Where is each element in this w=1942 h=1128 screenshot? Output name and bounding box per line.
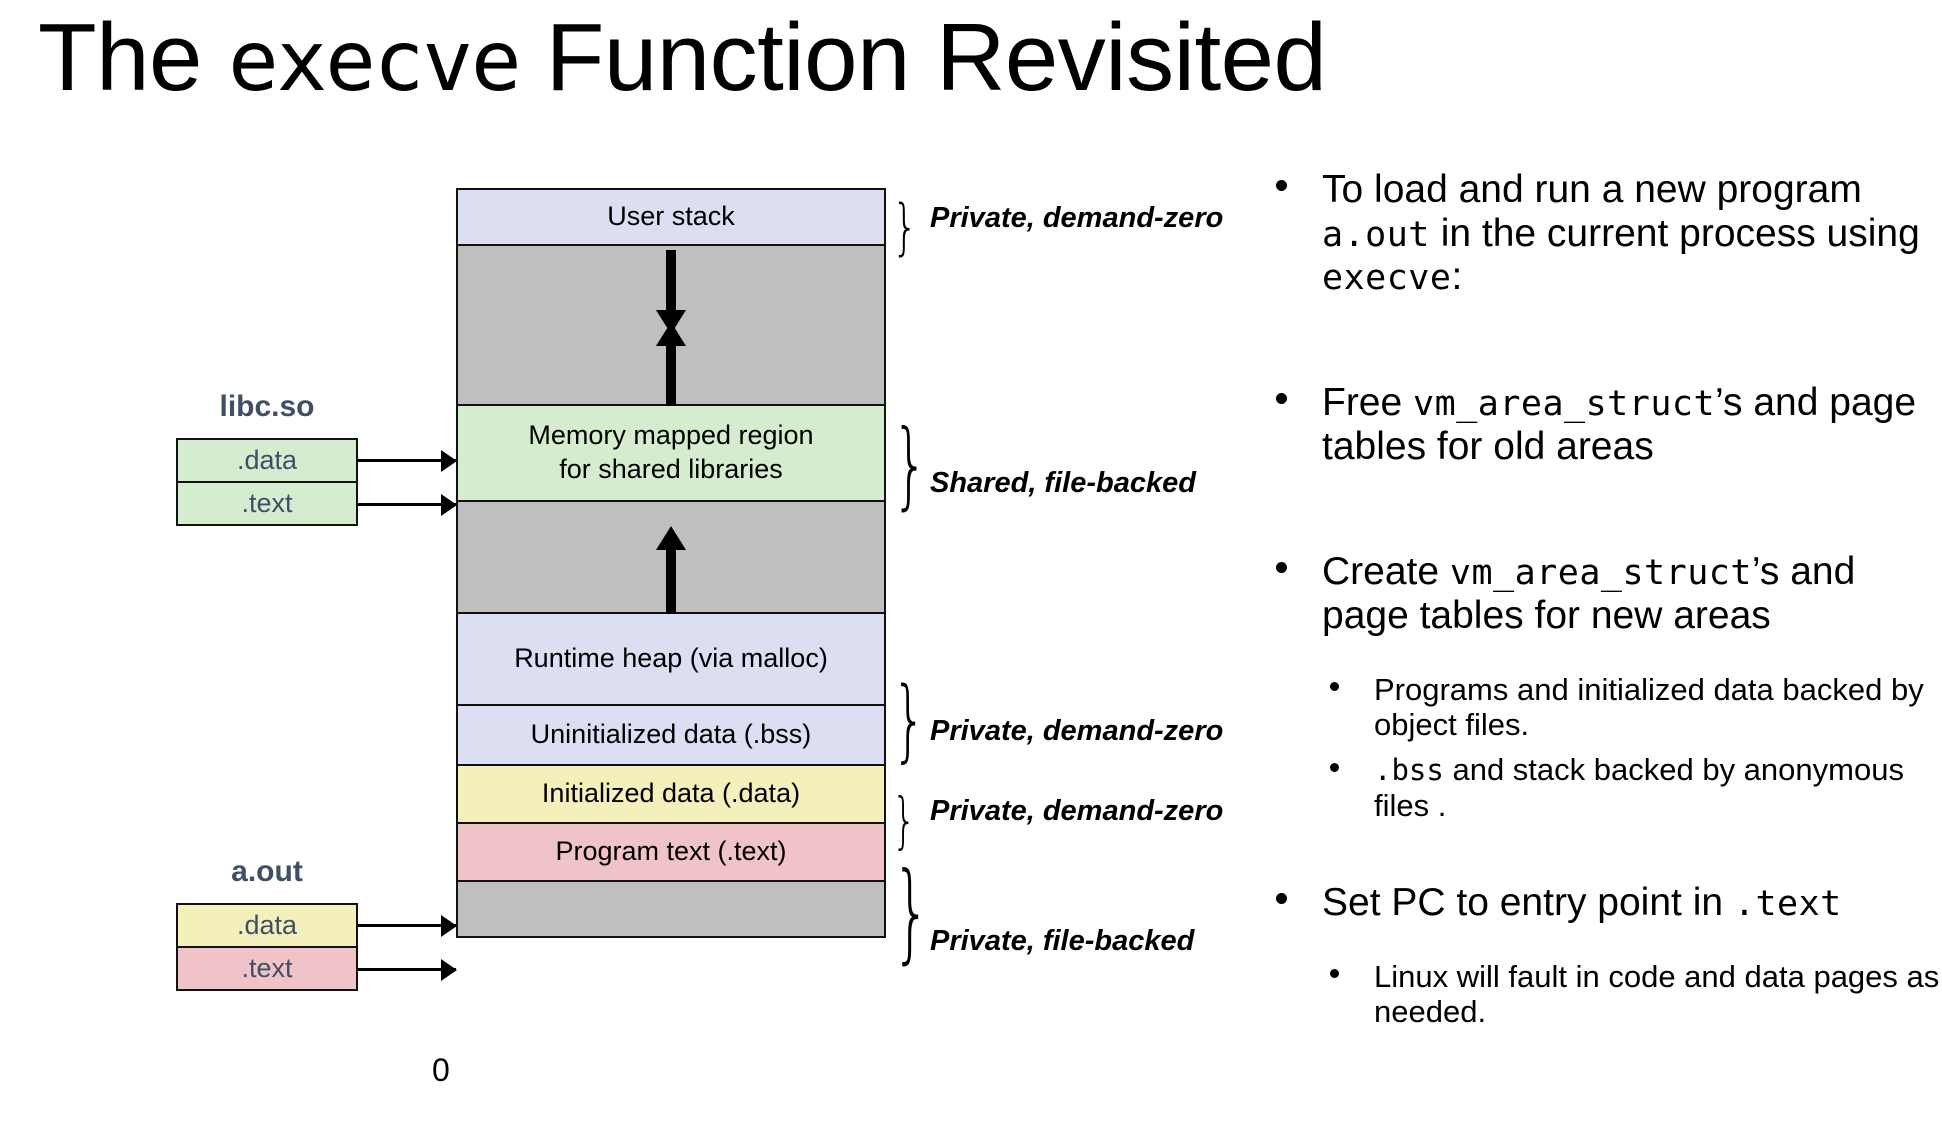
bullet-text-pre: Create [1322, 550, 1450, 594]
bullet-text-mid: in the current process using [1429, 211, 1920, 255]
sub-bullet-text: Programs and initialized data backed by … [1374, 671, 1924, 743]
memory-column: User stack Memory mapped region for shar… [456, 188, 886, 938]
bullet-text-pre: Free [1322, 381, 1414, 425]
bullet-dot-icon [1330, 762, 1339, 772]
bullet-text-pre: To load and run a new program [1322, 168, 1862, 211]
objfile-section-label: .text [241, 488, 293, 518]
heap-grow-up-arrow [666, 548, 676, 614]
sub-bullet-programs-initialized-data: Programs and initialized data backed by … [1268, 672, 1940, 743]
mem-region-memory-mapped: Memory mapped region for shared librarie… [458, 406, 884, 502]
mmap-line1: Memory mapped region [528, 420, 814, 451]
sub-bullet-mono-bss: .bss [1374, 753, 1444, 788]
annotation-bss: Private, demand-zero [930, 795, 1224, 827]
sub-bullet-bss-anonymous: .bss and stack backed by anonymous files… [1268, 752, 1940, 823]
sub-bullet-linux-fault: Linux will fault in code and data pages … [1268, 959, 1940, 1030]
mem-region-mmap-heap-gap [458, 502, 884, 614]
sub-bullet-text: and stack backed by anonymous files . [1374, 752, 1904, 823]
bullet-mono-vm-area-struct: vm_area_struct [1413, 384, 1716, 425]
objfile-section-data: .data [176, 438, 358, 483]
annotation-user-stack: Private, demand-zero [930, 202, 1224, 234]
bullet-dot-icon [1276, 892, 1287, 904]
bullet-mono-text-section: .text [1733, 884, 1842, 925]
bullet-free-vm-area-struct: Free vm_area_struct’s and page tables fo… [1268, 381, 1940, 468]
bullet-dot-icon [1330, 969, 1339, 979]
bullet-dot-icon [1276, 179, 1287, 191]
annotation-shared-libs: Shared, file-backed [930, 467, 1196, 499]
mem-region-uninitialized-data: Uninitialized data (.bss) [458, 706, 884, 766]
mem-region-label: Runtime heap (via malloc) [514, 643, 828, 674]
zero-address-label: 0 [432, 1052, 450, 1088]
objfile-section-label: .data [236, 445, 298, 475]
mem-region-label: Memory mapped region for shared librarie… [528, 419, 813, 487]
connector-libc-data [358, 459, 456, 462]
mem-region-label: Uninitialized data (.bss) [530, 719, 812, 750]
annotation-heap: Private, demand-zero [930, 715, 1224, 747]
mem-region-runtime-heap: Runtime heap (via malloc) [458, 614, 884, 706]
stack-grow-up-arrow [666, 344, 676, 406]
mem-region-label: Initialized data (.data) [541, 778, 801, 809]
memory-layout-diagram: User stack Memory mapped region for shar… [0, 0, 1223, 1128]
bullet-create-vm-area-struct: Create vm_area_struct’s and page tables … [1268, 550, 1940, 637]
mem-region-stack-gap [458, 246, 884, 406]
objfile-section-text: .text [176, 481, 358, 526]
brace-user-stack: } [892, 191, 918, 263]
objfile-title: a.out [231, 855, 303, 888]
bullet-dot-icon [1330, 682, 1339, 692]
bullet-mono-vm-area-struct: vm_area_struct [1449, 553, 1752, 594]
brace-data-text: } [892, 848, 931, 976]
mem-region-label: Program text (.text) [555, 836, 787, 867]
mem-region-program-text: Program text (.text) [458, 824, 884, 882]
bullet-text-pre: Set PC to entry point in [1322, 881, 1734, 925]
objfile-section-data: .data [176, 903, 358, 948]
brace-shared-libs: } [892, 408, 929, 520]
connector-libc-text [358, 503, 456, 506]
mem-region-initialized-data: Initialized data (.data) [458, 766, 884, 824]
bullet-list: To load and run a new program a.out in t… [1268, 168, 1940, 1039]
objfile-section-label: .text [241, 953, 293, 983]
connector-aout-data [358, 924, 456, 927]
mem-region-reserved-low [458, 882, 884, 936]
objfile-section-text: .text [176, 946, 358, 991]
objfile-title: libc.so [219, 390, 315, 423]
brace-heap: } [892, 668, 927, 772]
bullet-load-and-run: To load and run a new program a.out in t… [1268, 168, 1940, 299]
stack-grow-down-arrow [666, 250, 676, 312]
bullet-mono-execve: execve [1322, 258, 1452, 299]
connector-aout-text [358, 968, 456, 971]
mem-region-label: User stack [607, 201, 735, 232]
mmap-line2: for shared libraries [559, 454, 783, 484]
bullet-mono-a-out: a.out [1322, 214, 1430, 255]
objfile-section-label: .data [236, 910, 298, 940]
sub-bullet-text: Linux will fault in code and data pages … [1374, 958, 1940, 1030]
mem-region-user-stack: User stack [458, 190, 884, 246]
bullet-set-pc: Set PC to entry point in .text [1268, 881, 1940, 925]
bullet-dot-icon [1276, 562, 1287, 574]
bullet-text-post: : [1451, 255, 1463, 299]
bullet-dot-icon [1276, 392, 1287, 404]
